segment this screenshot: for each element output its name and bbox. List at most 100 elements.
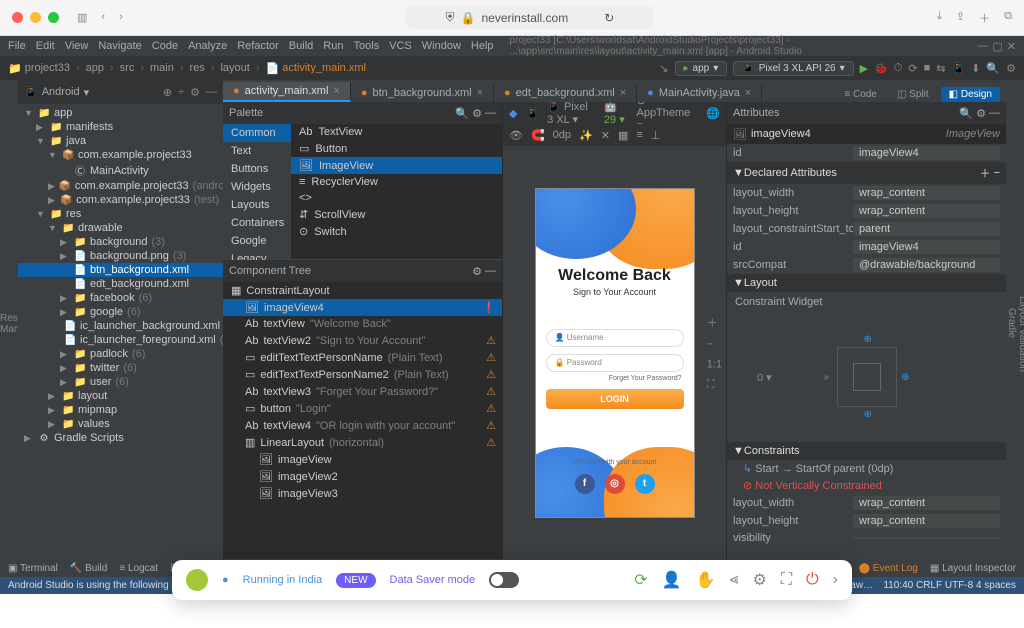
event-log-tab[interactable]: ⬤ Event Log — [859, 563, 918, 574]
settings-icon[interactable]: ⚙ — [752, 570, 766, 590]
magnet-icon[interactable]: 🧲 — [531, 129, 545, 142]
avd-icon[interactable]: 📱 — [952, 62, 966, 75]
tree-row[interactable]: ▼📁drawable — [18, 221, 223, 235]
reader-icon[interactable]: ↻ — [604, 11, 614, 25]
tree-row[interactable]: ▶📁twitter (6) — [18, 361, 223, 375]
device-selector[interactable]: 📱Pixel 3 XL API 26▾ — [733, 61, 853, 76]
hide-icon[interactable]: — — [206, 86, 217, 99]
editor-tab[interactable]: ●btn_background.xml× — [351, 84, 494, 102]
close-tab-icon[interactable]: × — [477, 87, 483, 99]
menu-item[interactable]: Help — [471, 40, 494, 52]
component-tree-row[interactable]: AbtextView4 "OR login with your account"… — [223, 417, 502, 434]
menu-item[interactable]: Analyze — [188, 40, 227, 52]
tree-row[interactable]: ▶📄background.png (3) — [18, 249, 223, 263]
component-tree-row[interactable]: 🖼imageView3 — [223, 485, 502, 502]
design-canvas[interactable]: Welcome Back Sign to Your Account 👤 User… — [503, 146, 726, 559]
tree-row[interactable]: ▶📁background (3) — [18, 235, 223, 249]
tree-row[interactable]: ▼📁app — [18, 106, 223, 120]
build-tab[interactable]: 🔨 Build — [70, 563, 107, 574]
minimize-icon[interactable]: — — [977, 40, 988, 53]
remove-attr-icon[interactable]: − — [994, 167, 1000, 179]
menu-item[interactable]: Code — [152, 40, 178, 52]
refresh-icon[interactable]: ⟳ — [634, 570, 647, 590]
palette-category[interactable]: Buttons — [223, 160, 291, 178]
tabs-overview-icon[interactable]: ⧉ — [1004, 10, 1012, 26]
maximize-icon[interactable]: ▢ — [992, 40, 1002, 53]
pack-icon[interactable]: ▦ — [618, 129, 628, 142]
palette-category[interactable]: Containers — [223, 214, 291, 232]
constraint-handle-left[interactable]: » — [824, 372, 830, 383]
tree-row[interactable]: ▼📦com.example.project33 — [18, 148, 223, 162]
debug-icon[interactable]: 🐞 — [874, 62, 888, 75]
tree-row[interactable]: 📄ic_launcher_background.xml — [18, 319, 223, 333]
tree-row[interactable]: ▶📦com.example.project33 (androidTest) — [18, 179, 223, 193]
component-tree-row[interactable]: 🖼imageView2 — [223, 468, 502, 485]
palette-item[interactable]: <> — [291, 190, 502, 206]
tree-row[interactable]: 📄ic_launcher_foreground.xml (v24) — [18, 333, 223, 347]
address-bar[interactable]: ⛨ 🔒 neverinstall.com ↻ — [406, 6, 655, 29]
palette-item[interactable]: ≡RecyclerView — [291, 174, 502, 190]
palette-item[interactable]: ⊙Switch — [291, 223, 502, 240]
palette-category[interactable]: Layouts — [223, 196, 291, 214]
search-icon[interactable]: 🔍 — [455, 107, 469, 120]
eye-icon[interactable]: 👁 — [509, 129, 523, 142]
component-tree-row[interactable]: ▭button "Login"⚠ — [223, 400, 502, 417]
build-hammer-icon[interactable]: ↘ — [659, 62, 668, 75]
guideline-icon[interactable]: ⊥ — [651, 129, 661, 142]
layout-validation-tab[interactable]: Layout Validation — [1017, 296, 1024, 372]
zoom-fit-icon[interactable]: 1:1 — [707, 358, 722, 370]
profile-icon[interactable]: ⏱ — [894, 62, 903, 75]
menu-item[interactable]: Build — [289, 40, 313, 52]
palette-category[interactable]: Widgets — [223, 178, 291, 196]
zoom-reset-icon[interactable]: ⛶ — [707, 378, 722, 391]
sync-icon[interactable]: ⇆ — [936, 62, 945, 75]
zoom-out-icon[interactable]: − — [707, 338, 722, 350]
power-icon[interactable]: ⏻ — [806, 571, 819, 589]
component-tree-row[interactable]: 🖼imageView — [223, 451, 502, 468]
back-nav-icon[interactable]: ‹ — [101, 11, 105, 24]
tree-row[interactable]: ▶📁mipmap — [18, 403, 223, 417]
terminal-tab[interactable]: ▣ Terminal — [8, 563, 58, 574]
tree-row[interactable]: 📄btn_background.xml — [18, 263, 223, 277]
component-tree-row[interactable]: AbtextView2 "Sign to Your Account"⚠ — [223, 332, 502, 349]
close-window-button[interactable] — [12, 12, 23, 23]
search-icon[interactable]: 🔍 — [986, 62, 1000, 75]
orientation-icon[interactable]: 📱 — [525, 107, 539, 120]
hand-icon[interactable]: ✋ — [696, 570, 716, 590]
device-selector[interactable]: 📱 Pixel 3 XL ▾ — [547, 102, 596, 126]
gear-icon[interactable]: ⚙ — [190, 86, 200, 99]
collapse-icon[interactable]: ÷ — [178, 86, 184, 99]
design-view-button[interactable]: ◧ Design — [941, 87, 1000, 102]
attr-value-field[interactable]: wrap_content — [853, 496, 1000, 510]
gradle-tab[interactable]: Gradle — [1006, 308, 1017, 338]
tree-row[interactable]: ▼📁java — [18, 134, 223, 148]
close-tab-icon[interactable]: × — [620, 87, 626, 99]
attach-icon[interactable]: ⟳ — [908, 62, 917, 75]
attr-value-field[interactable]: wrap_content — [853, 204, 1000, 218]
attr-value-field[interactable]: wrap_content — [853, 514, 1000, 528]
editor-tab[interactable]: ●edt_background.xml× — [494, 84, 637, 102]
constraint-handle-top[interactable]: ⊕ — [864, 334, 872, 345]
id-field[interactable]: imageView4 — [853, 146, 1000, 160]
component-tree-row[interactable]: 🖼imageView4❗ — [223, 299, 502, 316]
avatar-icon[interactable]: 👤 — [662, 570, 682, 590]
component-tree-row[interactable]: AbtextView "Welcome Back" — [223, 316, 502, 332]
menu-item[interactable]: File — [8, 40, 26, 52]
fullscreen-icon[interactable]: ⛶ — [781, 571, 792, 589]
gear-icon[interactable]: ⚙ — [472, 265, 482, 278]
clear-constraints-icon[interactable]: ✕ — [601, 129, 610, 142]
tree-row[interactable]: 📄edt_background.xml — [18, 277, 223, 291]
editor-tab[interactable]: ●MainActivity.java× — [637, 84, 762, 102]
default-margins[interactable]: 0dp — [553, 129, 571, 141]
align-icon[interactable]: ≡ — [636, 129, 642, 141]
search-icon[interactable]: 🔍 — [959, 107, 973, 120]
component-tree-row[interactable]: AbtextView3 "Forget Your Password?"⚠ — [223, 383, 502, 400]
chevron-right-icon[interactable]: › — [833, 571, 838, 589]
breadcrumb[interactable]: 📁project33› app› src› main› res› layout›… — [8, 62, 366, 75]
component-tree-row[interactable]: ▭editTextTextPersonName2 (Plain Text)⚠ — [223, 366, 502, 383]
tree-row[interactable]: ⒸMainActivity — [18, 162, 223, 179]
tree-row[interactable]: ▶📁user (6) — [18, 375, 223, 389]
locale-icon[interactable]: 🌐 — [706, 107, 720, 120]
editor-tab[interactable]: ●activity_main.xml× — [223, 82, 351, 102]
tree-row[interactable]: ▶📁google (6) — [18, 305, 223, 319]
